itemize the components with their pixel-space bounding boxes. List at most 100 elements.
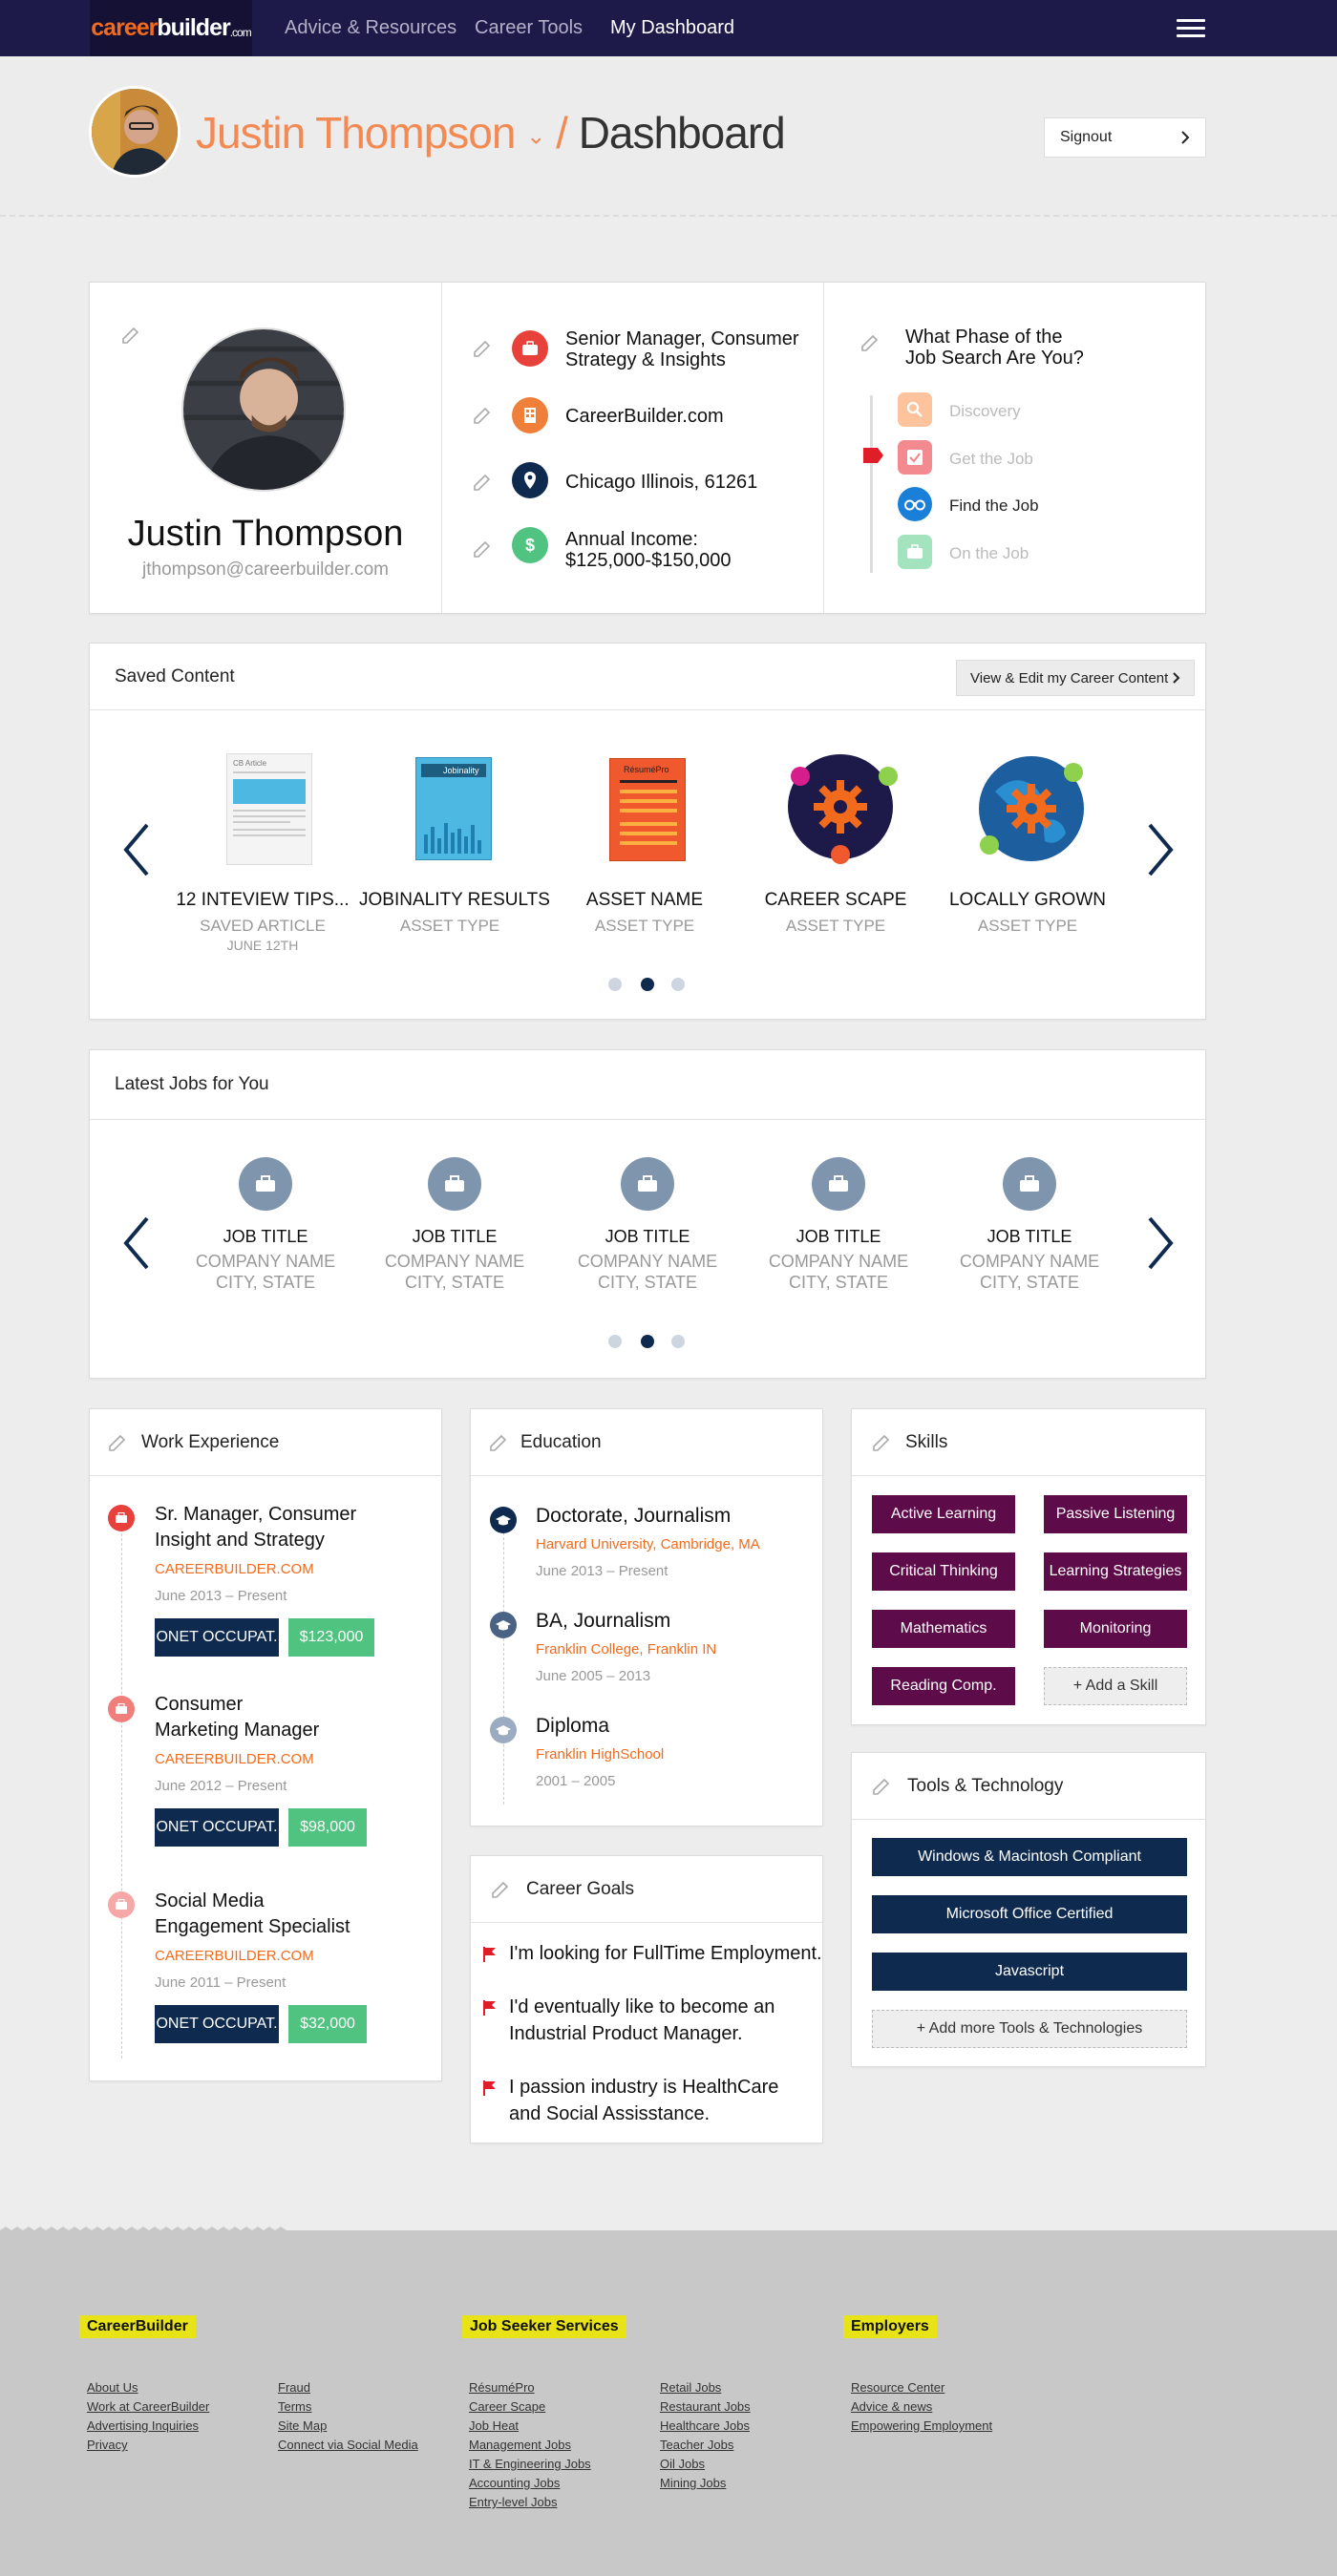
resumepro-thumbnail[interactable]: RésuméPro xyxy=(609,758,686,861)
footer-link[interactable]: Management Jobs xyxy=(469,2438,571,2452)
briefcase-icon[interactable] xyxy=(898,535,932,569)
saved-item-title[interactable]: CAREER SCAPE xyxy=(745,890,926,911)
footer-link[interactable]: Privacy xyxy=(87,2438,128,2452)
nav-advice-resources[interactable]: Advice & Resources xyxy=(285,17,456,39)
footer-link[interactable]: Empowering Employment xyxy=(851,2418,992,2433)
pencil-icon[interactable] xyxy=(871,1774,894,1797)
salary-badge[interactable]: $123,000 xyxy=(288,1618,374,1657)
phase-find-the-job[interactable]: Find the Job xyxy=(949,496,1039,516)
footer-link[interactable]: Job Heat xyxy=(469,2418,519,2433)
carousel-prev-arrow-icon[interactable] xyxy=(120,821,159,878)
work-company[interactable]: CAREERBUILDER.COM xyxy=(155,1948,314,1964)
pencil-icon[interactable] xyxy=(472,537,495,560)
edu-school[interactable]: Franklin HighSchool xyxy=(536,1746,664,1763)
job-title[interactable]: JOB TITLE xyxy=(748,1227,929,1247)
add-skill-button[interactable]: + Add a Skill xyxy=(1044,1667,1187,1705)
footer-link[interactable]: Healthcare Jobs xyxy=(660,2418,750,2433)
add-tools-button[interactable]: + Add more Tools & Technologies xyxy=(872,2010,1187,2048)
edu-school[interactable]: Franklin College, Franklin IN xyxy=(536,1641,716,1658)
pencil-icon[interactable] xyxy=(488,1430,511,1453)
careerbuilder-logo[interactable]: career builder .com xyxy=(90,0,252,56)
footer-link[interactable]: Resource Center xyxy=(851,2380,944,2395)
skill-tag[interactable]: Mathematics xyxy=(872,1610,1015,1648)
footer-link[interactable]: Oil Jobs xyxy=(660,2457,705,2471)
jobs-prev-arrow-icon[interactable] xyxy=(120,1214,159,1272)
view-edit-content-button[interactable]: View & Edit my Career Content xyxy=(956,660,1195,696)
pencil-icon[interactable] xyxy=(120,323,143,346)
footer-link[interactable]: Work at CareerBuilder xyxy=(87,2399,209,2414)
skill-tag[interactable]: Monitoring xyxy=(1044,1610,1187,1648)
jobs-next-arrow-icon[interactable] xyxy=(1138,1214,1177,1272)
phase-discovery[interactable]: Discovery xyxy=(949,402,1021,421)
pencil-icon[interactable] xyxy=(490,1877,513,1900)
pencil-icon[interactable] xyxy=(107,1430,130,1453)
skill-tag[interactable]: Reading Comp. xyxy=(872,1667,1015,1705)
carousel-dot[interactable] xyxy=(608,978,622,991)
pencil-icon[interactable] xyxy=(472,403,495,426)
onet-occupation-button[interactable]: ONET OCCUPAT. xyxy=(155,1808,279,1847)
locally-grown-thumbnail[interactable] xyxy=(976,753,1089,864)
footer-link[interactable]: Retail Jobs xyxy=(660,2380,721,2395)
checkbox-icon[interactable] xyxy=(898,440,932,475)
job-title[interactable]: JOB TITLE xyxy=(175,1227,356,1247)
binoculars-icon[interactable] xyxy=(898,487,932,521)
footer-link[interactable]: Career Scape xyxy=(469,2399,545,2414)
footer-link[interactable]: Accounting Jobs xyxy=(469,2476,560,2490)
avatar[interactable] xyxy=(89,86,180,178)
career-scape-thumbnail[interactable] xyxy=(785,753,902,864)
menu-icon[interactable] xyxy=(1177,19,1205,38)
footer-link[interactable]: Site Map xyxy=(278,2418,327,2433)
tool-tag[interactable]: Windows & Macintosh Compliant xyxy=(872,1838,1187,1876)
footer-link[interactable]: IT & Engineering Jobs xyxy=(469,2457,591,2471)
footer-link[interactable]: RésuméPro xyxy=(469,2380,535,2395)
salary-badge[interactable]: $98,000 xyxy=(288,1808,367,1847)
pencil-icon[interactable] xyxy=(860,330,882,353)
header-user-name[interactable]: Justin Thompson xyxy=(196,108,516,158)
footer-link[interactable]: Connect via Social Media xyxy=(278,2438,418,2452)
footer-link[interactable]: Teacher Jobs xyxy=(660,2438,733,2452)
carousel-next-arrow-icon[interactable] xyxy=(1138,821,1177,878)
pencil-icon[interactable] xyxy=(871,1430,894,1453)
phase-get-the-job[interactable]: Get the Job xyxy=(949,450,1033,469)
carousel-dot-active[interactable] xyxy=(641,978,654,991)
skill-tag[interactable]: Passive Listening xyxy=(1044,1495,1187,1533)
job-title[interactable]: JOB TITLE xyxy=(557,1227,738,1247)
saved-item-title[interactable]: LOCALLY GROWN xyxy=(937,890,1118,911)
job-title[interactable]: JOB TITLE xyxy=(939,1227,1120,1247)
footer-link[interactable]: Mining Jobs xyxy=(660,2476,726,2490)
carousel-dot[interactable] xyxy=(608,1335,622,1348)
work-company[interactable]: CAREERBUILDER.COM xyxy=(155,1561,314,1577)
jobinality-thumbnail[interactable]: Jobinality xyxy=(415,757,492,860)
footer-link[interactable]: Advertising Inquiries xyxy=(87,2418,199,2433)
nav-my-dashboard[interactable]: My Dashboard xyxy=(610,17,734,39)
phase-marker-flag-icon[interactable] xyxy=(863,448,884,463)
carousel-dot-active[interactable] xyxy=(641,1335,654,1348)
nav-career-tools[interactable]: Career Tools xyxy=(475,17,583,39)
skill-tag[interactable]: Critical Thinking xyxy=(872,1552,1015,1591)
chevron-down-icon[interactable]: ⌄ xyxy=(526,123,545,149)
tool-tag[interactable]: Javascript xyxy=(872,1953,1187,1991)
footer-link[interactable]: Terms xyxy=(278,2399,311,2414)
saved-item-title[interactable]: 12 INTEVIEW TIPS... xyxy=(172,890,353,911)
footer-link[interactable]: Entry-level Jobs xyxy=(469,2495,557,2509)
saved-item-title[interactable]: ASSET NAME xyxy=(554,890,735,911)
edu-school[interactable]: Harvard University, Cambridge, MA xyxy=(536,1536,760,1552)
carousel-dot[interactable] xyxy=(671,978,685,991)
pencil-icon[interactable] xyxy=(472,336,495,359)
footer-link[interactable]: Advice & news xyxy=(851,2399,932,2414)
article-thumbnail[interactable]: CB Article xyxy=(226,753,312,865)
saved-item-title[interactable]: JOBINALITY RESULTS xyxy=(359,890,550,911)
footer-link[interactable]: Fraud xyxy=(278,2380,310,2395)
salary-badge[interactable]: $32,000 xyxy=(288,2005,367,2043)
footer-link[interactable]: About Us xyxy=(87,2380,138,2395)
skill-tag[interactable]: Active Learning xyxy=(872,1495,1015,1533)
work-company[interactable]: CAREERBUILDER.COM xyxy=(155,1751,314,1767)
tool-tag[interactable]: Microsoft Office Certified xyxy=(872,1895,1187,1933)
search-icon[interactable] xyxy=(898,392,932,427)
pencil-icon[interactable] xyxy=(472,470,495,493)
onet-occupation-button[interactable]: ONET OCCUPAT. xyxy=(155,2005,279,2043)
onet-occupation-button[interactable]: ONET OCCUPAT. xyxy=(155,1618,279,1657)
signout-button[interactable]: Signout xyxy=(1044,117,1206,158)
footer-link[interactable]: Restaurant Jobs xyxy=(660,2399,751,2414)
job-title[interactable]: JOB TITLE xyxy=(364,1227,545,1247)
